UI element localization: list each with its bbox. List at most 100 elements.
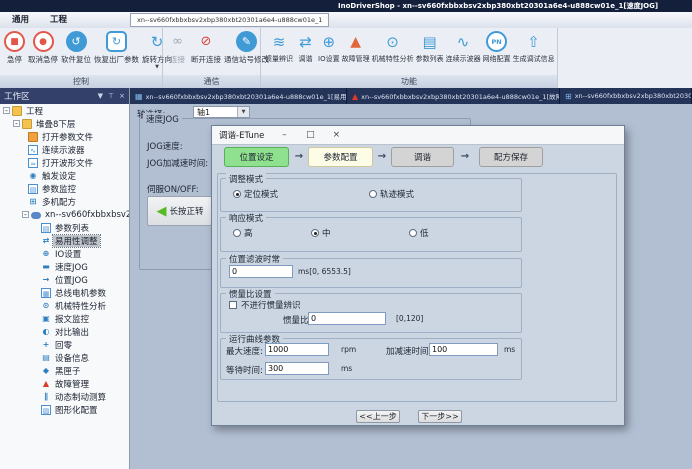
workspace-title: 工作区	[4, 90, 30, 102]
tuning-button[interactable]: ⇄ 调谐	[294, 30, 317, 64]
software-reset-button[interactable]: ↺ 软件复位	[60, 30, 92, 65]
io-setting-button[interactable]: ⊕ IO设置	[317, 30, 341, 64]
chevron-down-icon[interactable]: ▼	[155, 65, 159, 70]
inertia-ratio-input[interactable]	[308, 312, 386, 325]
emergency-stop-button[interactable]: ■ 急停	[3, 30, 26, 65]
chevron-down-icon[interactable]: ▼	[237, 107, 249, 117]
tree-item-trigger-setting[interactable]: ◉ 触发设定	[0, 169, 129, 182]
tree-item-dynamic-brake-calc[interactable]: ∥ 动态制动测算	[0, 390, 129, 403]
fault-management-button[interactable]: ▲ 故障管理	[341, 30, 371, 64]
response-high-label[interactable]: 高	[244, 227, 253, 239]
tree-item-label: 对比输出	[53, 326, 91, 338]
oscilloscope-button[interactable]: ∿ 连续示波器	[445, 30, 482, 64]
close-button[interactable]: ×	[330, 130, 342, 140]
wizard-step-tuning[interactable]: 调谐	[391, 147, 454, 167]
menu-bar: 通用 工程 xn--sv660fxbbxbsv2xbp380xbt20301a6…	[0, 12, 692, 29]
mech-analysis-button[interactable]: ⊙ 机械特性分析	[371, 30, 415, 64]
positioning-mode-label[interactable]: 定位模式	[244, 188, 278, 200]
doc-tab-device[interactable]: ⊞ xn--sv660fxbbxbsv2xbp380xbt20301a6e4-u…	[560, 88, 692, 104]
skip-inertia-checkbox[interactable]	[229, 301, 237, 309]
tree-item-position-jog[interactable]: → 位置JOG	[0, 273, 129, 286]
ribbon-button-label: 连接	[170, 54, 185, 65]
wizard-step-position-setting[interactable]: 位置设定	[224, 147, 289, 167]
wait-time-input[interactable]	[265, 362, 329, 375]
param-list-button[interactable]: ▤ 参数列表	[415, 30, 445, 64]
tree-item-usability-tuning[interactable]: ⇄ 易用性调整	[0, 234, 129, 247]
max-speed-input[interactable]	[265, 343, 329, 356]
minimize-button[interactable]: –	[278, 130, 290, 140]
close-icon[interactable]: ×	[119, 92, 125, 100]
doc-tab-usability-tuning[interactable]: ▦ xn--sv660fxbbxbsv2xbp380xbt20301a6e4-u…	[130, 88, 347, 104]
ribbon-spacer	[558, 28, 692, 88]
tree-item-black-box[interactable]: ◆ 黑匣子	[0, 364, 129, 377]
tree-item-message-monitor[interactable]: ▣ 报文监控	[0, 312, 129, 325]
radio-response-low[interactable]	[409, 229, 417, 237]
doc-tab-label: xn--sv660fxbbxbsv2xbp380xbt20301a6e4-u88…	[146, 91, 347, 101]
pin-icon[interactable]: ⊤	[108, 92, 114, 100]
oscilloscope-icon: ∿	[453, 31, 474, 52]
menu-tab-general[interactable]: 通用	[6, 12, 35, 28]
wait-time-label: 等待时间:	[226, 364, 263, 376]
tree-item-stack-folder[interactable]: - 堆叠8下层	[0, 117, 129, 130]
tree-item-compare-output[interactable]: ◐ 对比输出	[0, 325, 129, 338]
tree-item-device-info[interactable]: ▤ 设备信息	[0, 351, 129, 364]
axis-select-combobox[interactable]: 轴1 ▼	[193, 106, 250, 118]
tree-item-homing[interactable]: + 回零	[0, 338, 129, 351]
skip-inertia-label[interactable]: 不进行惯量辨识	[241, 299, 301, 311]
device-info-icon: ▤	[41, 353, 51, 363]
tree-item-device-node[interactable]: - xn--sv660fxbbxbsv2xbp380	[0, 208, 129, 221]
radio-positioning-mode[interactable]	[233, 190, 241, 198]
response-mid-label[interactable]: 中	[322, 227, 331, 239]
tree-item-param-monitor[interactable]: ▤ 参数监控	[0, 182, 129, 195]
radio-response-mid[interactable]	[311, 229, 319, 237]
menu-tab-project[interactable]: 工程	[44, 12, 73, 28]
tree-item-mech-analysis[interactable]: ⊙ 机械特性分析	[0, 299, 129, 312]
inertia-id-button[interactable]: ≋ 惯量辨识	[264, 30, 294, 64]
jog-forward-button[interactable]: ◀ 长按正转	[147, 196, 213, 226]
panel-menu-icon[interactable]: ▼	[98, 92, 103, 100]
track-mode-label[interactable]: 轨迹模式	[380, 188, 414, 200]
disconnect-button[interactable]: ⊘ 断开连接	[190, 30, 222, 65]
radio-track-mode[interactable]	[369, 190, 377, 198]
wizard-step-recipe-save[interactable]: 配方保存	[479, 147, 543, 167]
pos-filter-input[interactable]	[229, 265, 293, 278]
ribbon-group-communication: ∞ 连接 ⊘ 断开连接 ✎ 通信站号修改 通信	[163, 28, 261, 88]
radio-response-high[interactable]	[233, 229, 241, 237]
tree-item-param-list[interactable]: ▤ 参数列表	[0, 221, 129, 234]
doc-tab-fault-management[interactable]: ▲ xn--sv660fxbbxbsv2xbp380xbt20301a6e4-u…	[347, 88, 560, 104]
tree-item-graphic-config[interactable]: ▧ 图形化配置	[0, 403, 129, 416]
tree-item-bus-motor-params[interactable]: ▦ 总线电机参数	[0, 286, 129, 299]
maximize-button[interactable]: □	[304, 130, 316, 140]
tree-item-io-setting[interactable]: ⊕ IO设置	[0, 247, 129, 260]
network-config-button[interactable]: PN 网络配置	[482, 30, 512, 64]
etune-dialog: 调谐-ETune – □ × 位置设定 → 参数配置 → 调谐 → 配方保存 调…	[211, 125, 625, 426]
tree-item-open-param-file[interactable]: 打开参数文件	[0, 130, 129, 143]
tree-item-multi-machine-recipe[interactable]: ⊞ 多机配方	[0, 195, 129, 208]
device-context-tab[interactable]: xn--sv660fxbbxbsv2xbp380xbt20301a6e4-u88…	[130, 13, 329, 27]
doc-tab-label: xn--sv660fxbbxbsv2xbp380xbt20301a6e4-u88…	[575, 92, 692, 100]
collapse-icon[interactable]: -	[13, 120, 20, 127]
tree-item-project-root[interactable]: - 工程	[0, 104, 129, 117]
tree-item-label: 动态制动测算	[53, 391, 108, 403]
tree-item-fault-management[interactable]: ▲ 故障管理	[0, 377, 129, 390]
gen-debug-info-button[interactable]: ⇧ 生成调试信息	[512, 30, 556, 64]
cancel-estop-button[interactable]: ● 取消急停	[27, 30, 59, 65]
compare-output-icon: ◐	[41, 327, 51, 337]
dialog-titlebar[interactable]: 调谐-ETune – □ ×	[212, 126, 624, 145]
collapse-icon[interactable]: -	[22, 211, 29, 218]
black-box-icon: ◆	[41, 366, 51, 376]
tree-item-oscilloscope[interactable]: ∿ 连续示波器	[0, 143, 129, 156]
response-low-label[interactable]: 低	[420, 227, 429, 239]
next-step-button[interactable]: 下一步>>	[418, 410, 462, 423]
tree-item-label: 故障管理	[53, 378, 91, 390]
connect-button[interactable]: ∞ 连接	[166, 30, 189, 65]
prev-step-button[interactable]: <<上一步	[356, 410, 400, 423]
tree-item-label: 黑匣子	[53, 365, 83, 377]
wizard-step-param-config[interactable]: 参数配置	[308, 147, 373, 167]
tree-item-open-waveform-file[interactable]: ≈ 打开波形文件	[0, 156, 129, 169]
factory-reset-button[interactable]: ↻ 恢复出厂参数	[93, 30, 140, 65]
collapse-icon[interactable]: -	[3, 107, 10, 114]
acc-time-input[interactable]	[429, 343, 498, 356]
tree-item-speed-jog[interactable]: ▬ 速度JOG	[0, 260, 129, 273]
green-arrow-icon: ◀	[156, 205, 166, 218]
